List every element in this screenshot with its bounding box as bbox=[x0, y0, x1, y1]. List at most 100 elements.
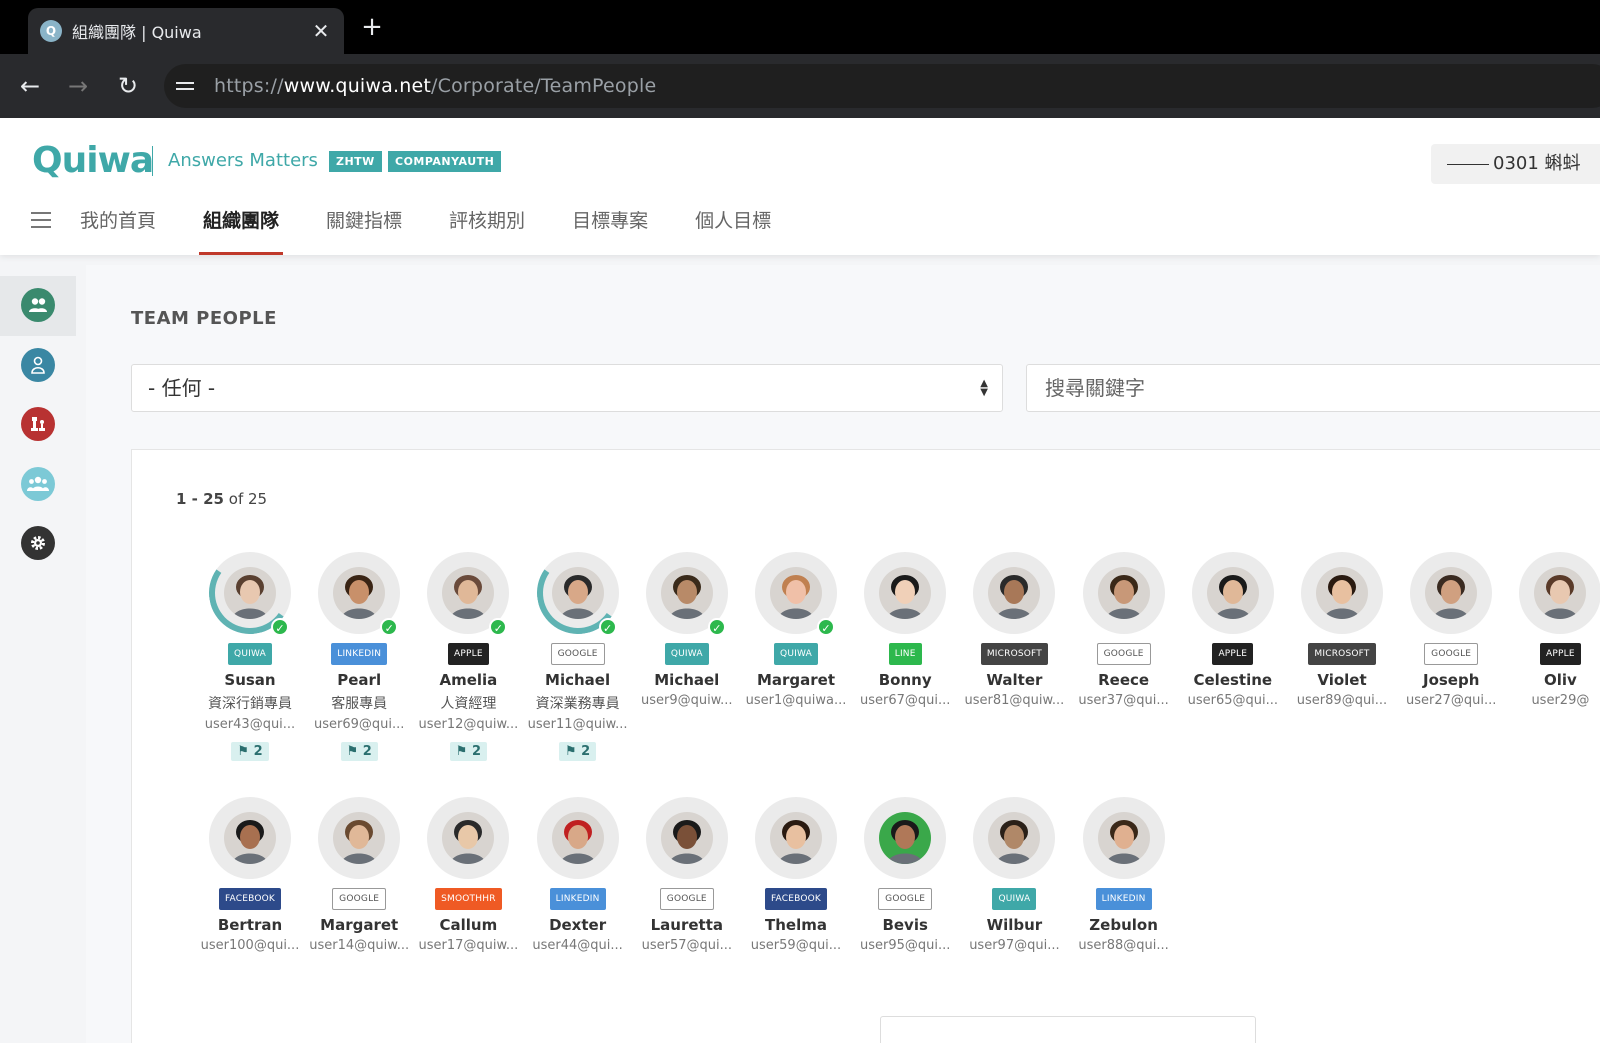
person-card[interactable]: QUIWA Wilbur user97@qui... bbox=[962, 797, 1066, 953]
person-name[interactable]: Celestine bbox=[1181, 671, 1285, 689]
person-name[interactable]: Bevis bbox=[853, 916, 957, 934]
person-card[interactable]: FACEBOOK Bertran user100@qui... bbox=[198, 797, 302, 953]
person-card[interactable]: APPLE Oliv user29@ bbox=[1508, 552, 1600, 708]
person-icon[interactable] bbox=[21, 348, 55, 382]
nav-kpi[interactable]: 關鍵指標 bbox=[326, 206, 402, 255]
person-card[interactable]: ✓ LINKEDIN Pearl 客服專員 user69@qui... ⚑ 2 bbox=[307, 552, 411, 761]
avatar[interactable]: ✓ bbox=[530, 545, 626, 641]
person-name[interactable]: Oliv bbox=[1508, 671, 1600, 689]
avatar[interactable] bbox=[755, 797, 837, 879]
avatar[interactable] bbox=[864, 552, 947, 634]
avatar[interactable] bbox=[864, 797, 947, 879]
group-icon[interactable] bbox=[21, 467, 55, 501]
pagination[interactable] bbox=[880, 1016, 1256, 1043]
avatar-image bbox=[988, 567, 1041, 619]
person-name[interactable]: Amelia bbox=[416, 671, 520, 689]
avatar[interactable] bbox=[973, 552, 1056, 634]
avatar[interactable] bbox=[1301, 552, 1383, 634]
person-card[interactable]: GOOGLE Bevis user95@qui... bbox=[853, 797, 957, 953]
avatar[interactable] bbox=[318, 797, 401, 879]
avatar[interactable] bbox=[645, 797, 728, 879]
person-card[interactable]: ✓ QUIWA Michael user9@quiw... bbox=[635, 552, 739, 708]
team-icon[interactable] bbox=[21, 288, 55, 322]
gear-icon[interactable] bbox=[21, 526, 55, 560]
user-menu[interactable]: 0301 蝌蚪 bbox=[1431, 144, 1600, 184]
person-name[interactable]: Pearl bbox=[307, 671, 411, 689]
person-card[interactable]: LINKEDIN Dexter user44@qui... bbox=[526, 797, 630, 953]
avatar[interactable]: ✓ bbox=[318, 552, 401, 636]
person-name[interactable]: Dexter bbox=[526, 916, 630, 934]
person-name[interactable]: Bertran bbox=[198, 916, 302, 934]
avatar[interactable]: ✓ bbox=[755, 552, 837, 636]
person-name[interactable]: Margaret bbox=[744, 671, 848, 689]
nav-review-period[interactable]: 評核期別 bbox=[449, 206, 525, 255]
avatar[interactable] bbox=[427, 797, 510, 879]
person-name[interactable]: Zebulon bbox=[1072, 916, 1176, 934]
avatar-face bbox=[442, 812, 495, 864]
person-name[interactable]: Michael bbox=[635, 671, 739, 689]
nav-team[interactable]: 組織團隊 bbox=[199, 206, 284, 255]
nav-personal-goals[interactable]: 個人目標 bbox=[695, 206, 771, 255]
person-card[interactable]: ✓ GOOGLE Michael 資深業務專員 user11@quiw... ⚑ 2 bbox=[526, 545, 630, 761]
avatar[interactable] bbox=[209, 797, 291, 879]
nav-home[interactable]: 我的首頁 bbox=[80, 206, 156, 255]
avatar-image bbox=[551, 812, 604, 864]
forward-arrow-icon[interactable]: → bbox=[62, 70, 94, 102]
person-card[interactable]: ✓ QUIWA Susan 資深行銷專員 user43@qui... ⚑ 2 bbox=[198, 545, 302, 761]
reload-icon[interactable]: ↻ bbox=[112, 70, 144, 102]
avatar[interactable] bbox=[1082, 797, 1165, 879]
avatar[interactable]: ✓ bbox=[202, 545, 298, 641]
person-name[interactable]: Walter bbox=[962, 671, 1066, 689]
nav-projects[interactable]: 目標專案 bbox=[572, 206, 648, 255]
person-card[interactable]: MICROSOFT Violet user89@qui... bbox=[1290, 552, 1394, 708]
quiwa-logo[interactable]: Quiwa bbox=[32, 140, 154, 181]
url-text: https://www.quiwa.net/Corporate/TeamPeop… bbox=[214, 75, 656, 97]
close-icon[interactable]: ✕ bbox=[310, 19, 332, 43]
avatar[interactable] bbox=[536, 797, 619, 879]
person-card[interactable]: SMOOTHHR Callum user17@quiw... bbox=[416, 797, 520, 953]
person-card[interactable]: GOOGLE Joseph user27@qui... bbox=[1399, 552, 1503, 708]
department-filter-select[interactable]: - 任何 - ▲ ▼ bbox=[131, 364, 1003, 412]
person-card[interactable]: MICROSOFT Walter user81@quiw... bbox=[962, 552, 1066, 708]
person-card[interactable]: LINE Bonny user67@qui... bbox=[853, 552, 957, 708]
avatar[interactable]: ✓ bbox=[427, 552, 510, 636]
main-nav: 我的首頁 組織團隊 關鍵指標 評核期別 目標專案 個人目標 bbox=[80, 206, 818, 255]
search-input[interactable] bbox=[1026, 364, 1600, 412]
chess-icon[interactable] bbox=[21, 407, 55, 441]
person-name[interactable]: Callum bbox=[416, 916, 520, 934]
avatar[interactable] bbox=[973, 797, 1056, 879]
person-email: user43@qui... bbox=[204, 717, 296, 732]
org-badge: LINE bbox=[888, 643, 922, 665]
person-name[interactable]: Lauretta bbox=[635, 916, 739, 934]
person-name[interactable]: Joseph bbox=[1399, 671, 1503, 689]
avatar[interactable]: ✓ bbox=[645, 552, 728, 636]
person-name[interactable]: Wilbur bbox=[962, 916, 1066, 934]
url-host: www.quiwa.net bbox=[283, 75, 432, 97]
back-arrow-icon[interactable]: ← bbox=[14, 70, 46, 102]
person-card[interactable]: ✓ QUIWA Margaret user1@quiwa... bbox=[744, 552, 848, 708]
person-card[interactable]: ✓ APPLE Amelia 人資經理 user12@quiw... ⚑ 2 bbox=[416, 552, 520, 761]
flag-count: 2 bbox=[362, 744, 372, 759]
new-tab-icon[interactable]: + bbox=[358, 12, 386, 42]
person-name[interactable]: Susan bbox=[198, 671, 302, 689]
browser-tab[interactable]: Q 組織團隊 | Quiwa ✕ bbox=[28, 8, 344, 54]
avatar[interactable] bbox=[1410, 552, 1493, 634]
site-settings-icon[interactable] bbox=[176, 75, 198, 97]
person-name[interactable]: Margaret bbox=[307, 916, 411, 934]
person-name[interactable]: Violet bbox=[1290, 671, 1394, 689]
hamburger-menu-icon[interactable] bbox=[31, 212, 51, 233]
person-card[interactable]: GOOGLE Reece user37@qui... bbox=[1072, 552, 1176, 708]
person-card[interactable]: GOOGLE Lauretta user57@qui... bbox=[635, 797, 739, 953]
person-card[interactable]: LINKEDIN Zebulon user88@qui... bbox=[1072, 797, 1176, 953]
person-name[interactable]: Michael bbox=[526, 671, 630, 689]
avatar[interactable] bbox=[1082, 552, 1165, 634]
avatar[interactable] bbox=[1519, 552, 1600, 634]
person-card[interactable]: APPLE Celestine user65@qui... bbox=[1181, 552, 1285, 708]
avatar[interactable] bbox=[1191, 552, 1274, 634]
person-name[interactable]: Bonny bbox=[853, 671, 957, 689]
address-bar[interactable]: https://www.quiwa.net/Corporate/TeamPeop… bbox=[164, 64, 1600, 108]
person-card[interactable]: FACEBOOK Thelma user59@qui... bbox=[744, 797, 848, 953]
person-card[interactable]: GOOGLE Margaret user14@quiw... bbox=[307, 797, 411, 953]
person-name[interactable]: Thelma bbox=[744, 916, 848, 934]
person-name[interactable]: Reece bbox=[1072, 671, 1176, 689]
